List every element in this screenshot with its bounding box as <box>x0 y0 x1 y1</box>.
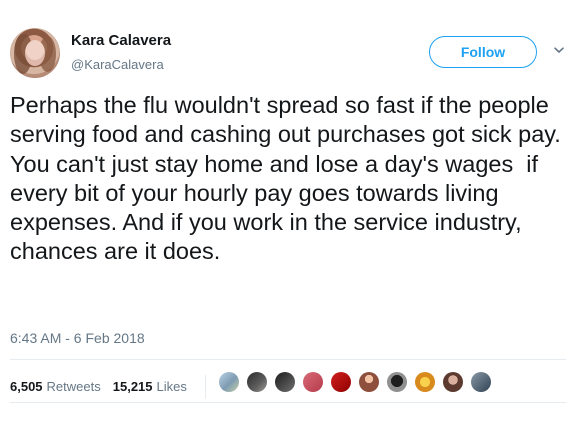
liker-avatars <box>219 372 491 392</box>
retweets-label: Retweets <box>46 379 101 394</box>
likes-count: 15,215 <box>112 379 153 394</box>
liker-avatar[interactable] <box>359 372 379 392</box>
avatar-face-icon <box>25 40 45 66</box>
liker-avatar[interactable] <box>387 372 407 392</box>
display-name[interactable]: Kara Calavera <box>71 32 171 50</box>
stats-divider-bottom <box>10 402 566 403</box>
stats-separator <box>204 375 206 399</box>
liker-avatar[interactable] <box>303 372 323 392</box>
engagement-stats: 6,505 Retweets 15,215 Likes <box>10 375 208 399</box>
liker-avatar[interactable] <box>443 372 463 392</box>
stats-divider-top <box>10 359 566 360</box>
liker-avatar[interactable] <box>331 372 351 392</box>
avatar[interactable] <box>10 28 60 78</box>
user-handle[interactable]: @KaraCalavera <box>71 57 164 73</box>
likes-label: Likes <box>156 379 187 394</box>
liker-avatar[interactable] <box>415 372 435 392</box>
retweets-count: 6,505 <box>10 379 43 394</box>
timestamp[interactable]: 6:43 AM - 6 Feb 2018 <box>10 329 145 347</box>
liker-avatar[interactable] <box>275 372 295 392</box>
liker-avatar[interactable] <box>247 372 267 392</box>
likes-stat[interactable]: 15,215 Likes <box>113 379 187 395</box>
chevron-down-icon[interactable] <box>552 43 566 57</box>
retweets-stat[interactable]: 6,505 Retweets <box>10 379 101 395</box>
liker-avatar[interactable] <box>219 372 239 392</box>
liker-avatar[interactable] <box>471 372 491 392</box>
follow-button[interactable]: Follow <box>429 36 537 68</box>
tweet-text: Perhaps the flu wouldn't spread so fast … <box>10 92 567 265</box>
